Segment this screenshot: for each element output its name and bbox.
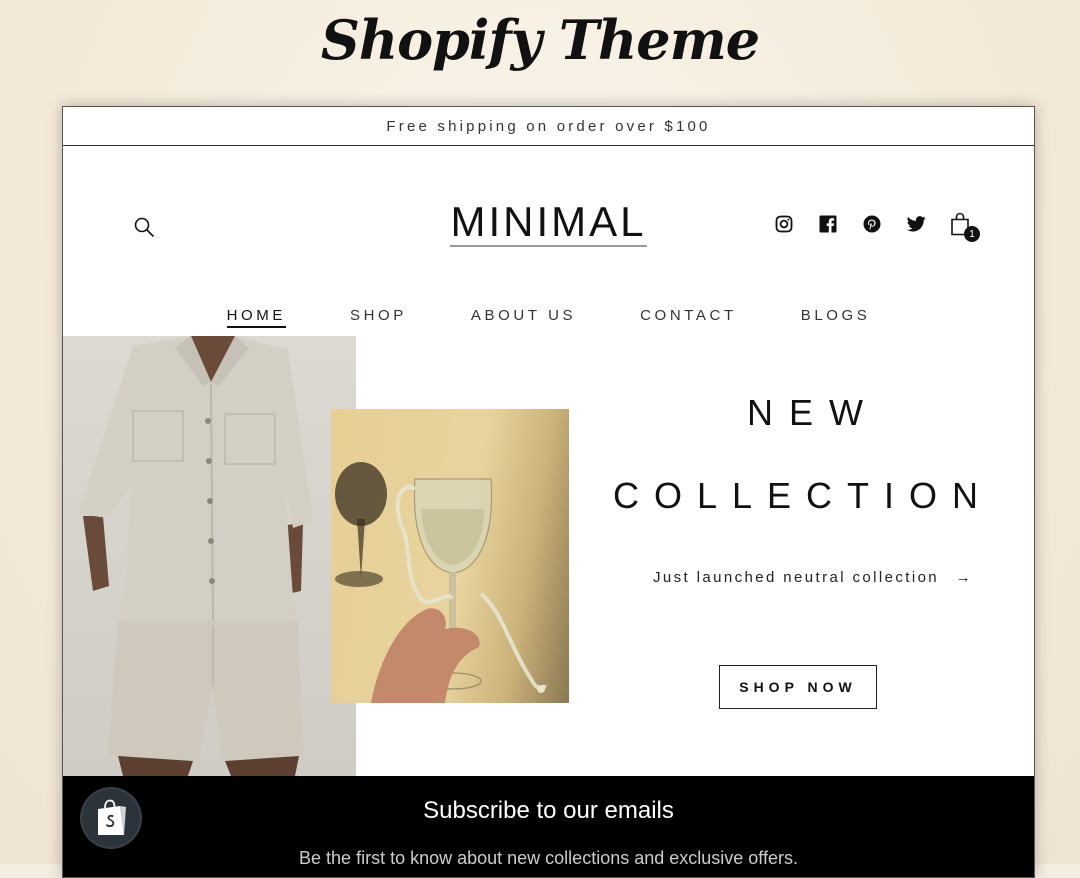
nav-item-about-us[interactable]: ABOUT US — [471, 307, 576, 328]
pinterest-icon[interactable] — [862, 214, 882, 234]
hero-subtitle: Just launched neutral collection — [652, 569, 940, 586]
nav-item-shop[interactable]: SHOP — [350, 307, 407, 328]
announcement-bar: Free shipping on order over $100 — [63, 107, 1034, 146]
hero-title-line1: NEW — [747, 392, 879, 433]
shop-now-button[interactable]: SHOP NOW — [719, 665, 877, 709]
newsletter-section: Subscribe to our emails Be the first to … — [63, 776, 1034, 877]
store-preview: Free shipping on order over $100 MINIMAL — [62, 106, 1035, 878]
store-header: MINIMAL 1 — [63, 146, 1034, 296]
social-links: 1 — [774, 212, 980, 242]
nav-item-home[interactable]: HOME — [226, 307, 286, 328]
hero-image-model — [63, 336, 356, 776]
hero-subtitle-link[interactable]: Just launched neutral collection → — [623, 569, 1003, 586]
nav-item-contact[interactable]: CONTACT — [640, 307, 737, 328]
main-nav: HOME SHOP ABOUT US CONTACT BLOGS — [63, 307, 1034, 328]
instagram-icon[interactable] — [774, 214, 794, 234]
arrow-right-icon: → — [955, 569, 974, 586]
twitter-icon[interactable] — [906, 214, 926, 234]
facebook-icon[interactable] — [818, 214, 838, 234]
newsletter-text: Be the first to know about new collectio… — [299, 848, 798, 868]
nav-item-blogs[interactable]: BLOGS — [801, 307, 871, 328]
banner-title: Shopify Theme — [320, 8, 760, 72]
announcement-text: Free shipping on order over $100 — [386, 117, 711, 135]
hero-title-line2: COLLECTION — [612, 475, 994, 516]
cart-count-badge: 1 — [964, 226, 980, 242]
newsletter-title: Subscribe to our emails — [423, 797, 674, 824]
hero-image-glass — [331, 409, 569, 703]
shopping-bag-icon[interactable]: 1 — [950, 212, 980, 242]
shopify-bag-icon[interactable] — [82, 789, 140, 847]
logo-text: MINIMAL — [450, 198, 647, 247]
